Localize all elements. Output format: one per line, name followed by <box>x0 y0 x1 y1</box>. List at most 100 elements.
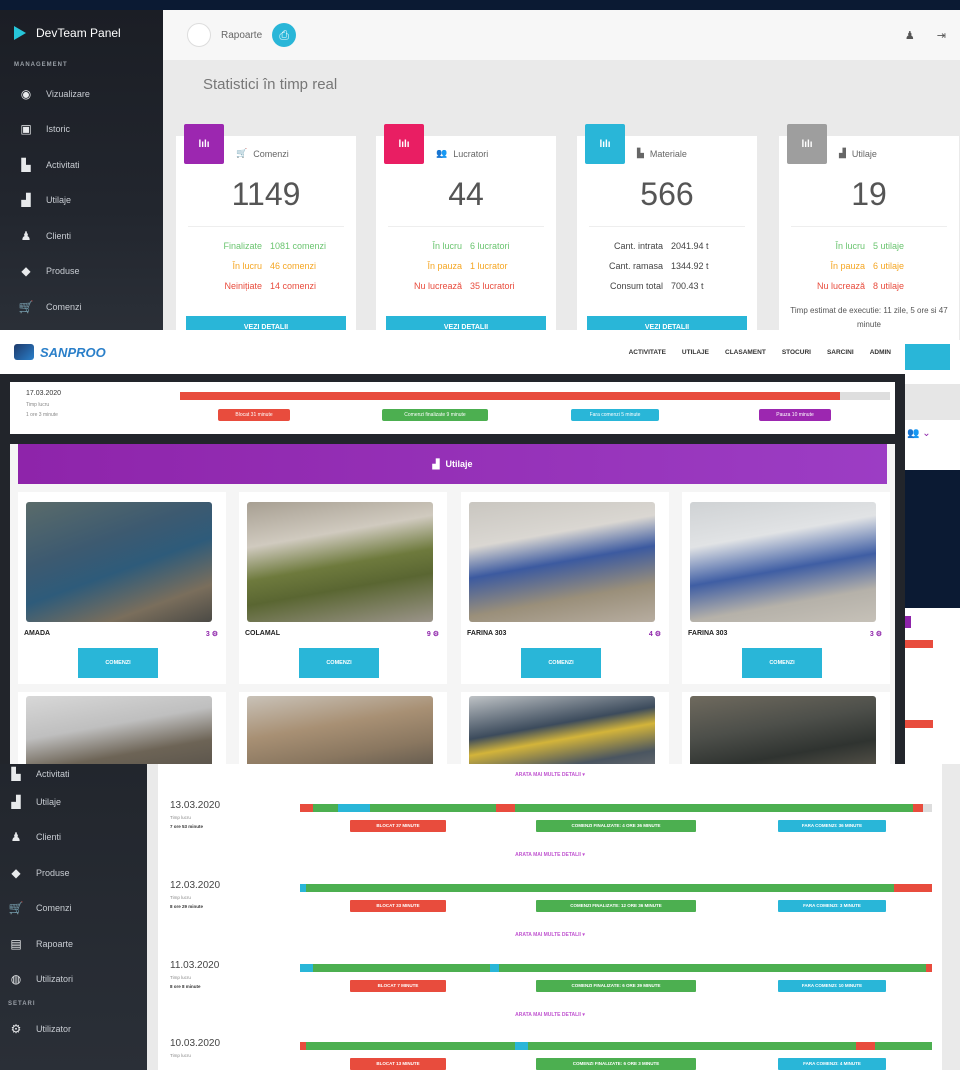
machine-photo[interactable] <box>690 502 876 622</box>
machine-photo[interactable] <box>26 502 212 622</box>
nav-stocuri[interactable]: STOCURI <box>782 349 811 356</box>
sidebar-item-label: Comenzi <box>36 903 72 914</box>
day-sub: Timp lucru <box>170 975 191 980</box>
show-more-link[interactable]: ARATA MAI MULTE DETALII ▾ <box>158 852 942 858</box>
day-badge: BLOCAT 7 MINUTE <box>350 980 446 992</box>
orders-button[interactable]: COMENZI <box>521 648 601 678</box>
stat-row-label: Consum total <box>609 281 663 291</box>
chart-icon: lılı <box>787 124 827 164</box>
machine-photo[interactable] <box>247 502 433 622</box>
clipboard-icon: ▣ <box>20 122 32 137</box>
machine-photo[interactable] <box>26 696 212 764</box>
timeline-segment <box>527 1042 857 1050</box>
sidebar-item-activitati[interactable]: ▙ Activitati <box>0 147 163 183</box>
stat-row-label: În lucru <box>232 261 262 271</box>
machines-panel: ▟ Utilaje AMADA 3 ⚙ COMENZI COLAMAL 9 ⚙ COMEN… <box>10 444 895 764</box>
gray-band <box>905 384 960 420</box>
day-timeline-bar <box>300 884 932 892</box>
details-button[interactable] <box>905 344 950 370</box>
stat-row-value: 1081 comenzi <box>270 241 327 251</box>
nav-clasament[interactable]: CLASAMENT <box>725 349 766 356</box>
stat-row-label: Neinițiate <box>224 281 262 291</box>
stat-card-title: Lucratori <box>453 148 489 159</box>
sidebar-item-label: Activitati <box>46 159 80 170</box>
show-more-link[interactable]: ARATA MAI MULTE DETALII ▾ <box>158 1012 942 1018</box>
machine-photo[interactable] <box>690 696 876 764</box>
sidebar-item-comenzi[interactable]: 🛒 Comenzi <box>0 891 147 927</box>
menu-toggle-button[interactable] <box>187 23 211 47</box>
stat-row-value: 46 comenzi <box>270 261 317 271</box>
sidebar-item-produse[interactable]: ◆ Produse <box>0 855 147 891</box>
timeline-badge: Comenzi finalizate 9 minute <box>382 409 488 421</box>
factory-icon: ▟ <box>432 458 440 469</box>
machine-photo[interactable] <box>469 696 655 764</box>
orders-button[interactable]: COMENZI <box>742 648 822 678</box>
stat-row-value: 6 utilaje <box>873 261 905 271</box>
brand[interactable]: DevTeam Panel <box>0 10 163 56</box>
logout-icon[interactable]: ⇥ <box>937 29 946 42</box>
stat-card-icon: 👥 <box>436 148 448 158</box>
orders-button[interactable]: COMENZI <box>299 648 379 678</box>
timeline-segment <box>514 1042 528 1050</box>
machine-card <box>239 692 447 764</box>
user-icon[interactable]: ♟ <box>905 29 915 42</box>
sidebar-item-comenzi[interactable]: 🛒 Comenzi <box>0 289 163 325</box>
machine-name: FARINA 303 <box>467 630 507 637</box>
stat-card-lucratori: lılı 👥 Lucratori 44 În lucru 6 lucratori În pa… <box>376 124 556 340</box>
divider <box>589 226 745 227</box>
sidebar-item-label: Rapoarte <box>36 938 74 949</box>
sidebar-item-utilizatori[interactable]: ◍ Utilizatori <box>0 962 147 998</box>
brand[interactable]: SANPROO <box>14 344 106 360</box>
stat-row-value: 2041.94 t <box>671 241 709 251</box>
machine-photo[interactable] <box>469 502 655 622</box>
sidebar-item-istoric[interactable]: ▣ Istoric <box>0 112 163 148</box>
sidebar-item-activitati[interactable]: ▙ Activitati <box>0 764 147 784</box>
stat-row: Finalizate 1081 comenzi <box>182 236 350 256</box>
page-title: Statistici în timp real <box>203 76 338 93</box>
stat-row-value: 6 lucratori <box>470 241 510 251</box>
day-badge: BLOCAT 37 MINUTE <box>350 820 446 832</box>
sidebar-item-utilaje[interactable]: ▟ Utilaje <box>0 183 163 219</box>
stat-card-icon: 🛒 <box>236 148 248 158</box>
day-date: 12.03.2020 <box>170 880 221 891</box>
history-main: ARATA MAI MULTE DETALII ▾ 13.03.2020 Timp… <box>158 764 942 1070</box>
stat-row-value: 14 comenzi <box>270 281 317 291</box>
stat-row-value: 5 utilaje <box>873 241 905 251</box>
timeline-segment <box>306 884 895 892</box>
stat-card-rows: În lucru 5 utilaje În pauza 6 utilaje Nu luc… <box>785 236 953 296</box>
cart-icon: 🛒 <box>8 901 24 916</box>
machine-photo[interactable] <box>247 696 433 764</box>
stat-row: În lucru 6 lucratori <box>382 236 550 256</box>
sidebar-item-utilizator[interactable]: ⚙ Utilizator <box>0 1011 147 1047</box>
stat-card-note: Timp estimat de executie: 11 zile, 5 ore… <box>790 306 948 329</box>
background-card-strip-2 <box>903 608 960 768</box>
sidebar-item-rapoarte[interactable]: ▤ Rapoarte <box>0 926 147 962</box>
sidebar: DevTeam Panel MANAGEMENT ◉ Vizualizare ▣ Is… <box>0 10 163 340</box>
orders-button[interactable]: COMENZI <box>78 648 158 678</box>
sidebar-item-clienti[interactable]: ♟ Clienti <box>0 820 147 856</box>
stat-card-icon: ▙ <box>637 148 644 158</box>
sidebar-item-vizualizare[interactable]: ◉ Vizualizare <box>0 76 163 112</box>
sidebar-item-produse[interactable]: ◆ Produse <box>0 254 163 290</box>
logo-icon <box>14 344 34 360</box>
show-more-link[interactable]: ARATA MAI MULTE DETALII ▾ <box>158 932 942 938</box>
timeline-segment <box>337 804 348 812</box>
stat-row: Nu lucrează 8 utilaje <box>785 276 953 296</box>
nav-utilaje[interactable]: UTILAJE <box>682 349 709 356</box>
nav-admin[interactable]: ADMIN <box>870 349 891 356</box>
show-more-link[interactable]: ARATA MAI MULTE DETALII ▾ <box>158 772 942 778</box>
nav-activitate[interactable]: ACTIVITATE <box>629 349 666 356</box>
stat-card-header: 👥 Lucratori <box>436 148 488 159</box>
utilaje-window: SANPROO ACTIVITATE UTILAJE CLASAMENT STOCUR… <box>0 330 905 764</box>
nav-sarcini[interactable]: SARCINI <box>827 349 854 356</box>
sidebar-item-clienti[interactable]: ♟ Clienti <box>0 218 163 254</box>
machine-count: 9 ⚙ <box>426 631 439 638</box>
sidebar-item-utilaje[interactable]: ▟ Utilaje <box>0 784 147 820</box>
timeline-segment <box>369 804 496 812</box>
history-window: ▙ Activitati ▟ Utilaje ♟ Clienti ◆ Produse 🛒 Come… <box>0 764 960 1070</box>
print-icon[interactable]: ⎙ <box>272 23 297 47</box>
day-badge: FARA COMENZI: 36 MINUTE <box>778 820 886 832</box>
stat-card-icon: ▟ <box>839 148 846 158</box>
stat-row-label: În pauza <box>427 261 462 271</box>
timeline-card: 17.03.2020 Timp lucru 1 ore 3 minute Blo… <box>10 382 895 434</box>
